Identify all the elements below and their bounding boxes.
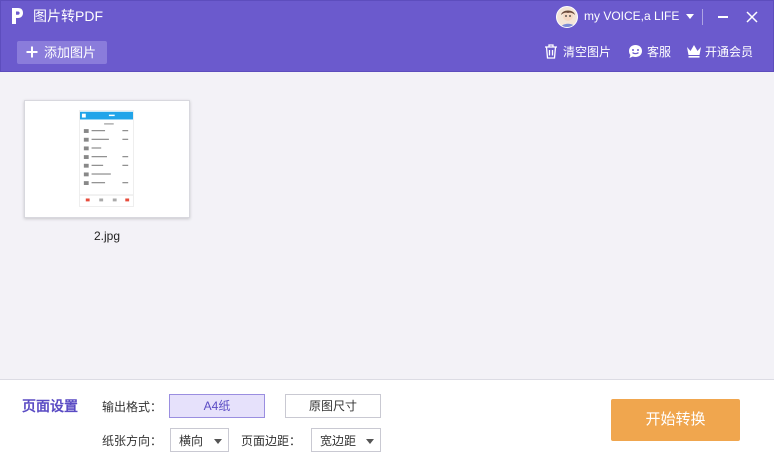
orientation-select[interactable]: 横向 (170, 428, 229, 452)
orientation-label: 纸张方向： (102, 434, 163, 448)
start-convert-button[interactable]: 开始转换 (611, 399, 740, 441)
user-name[interactable]: my VOICE,a LIFE (584, 9, 679, 23)
service-button[interactable]: 客服 (628, 43, 674, 61)
trash-icon (545, 44, 557, 59)
divider (702, 9, 703, 25)
chat-smile-icon (629, 45, 642, 58)
service-label: 客服 (647, 45, 672, 59)
start-convert-label: 开始转换 (645, 411, 706, 428)
clear-images-button[interactable]: 清空图片 (544, 43, 614, 61)
add-image-label: 添加图片 (44, 45, 97, 60)
page-settings-panel: 页面设置 输出格式： A4纸 原图尺寸 纸张方向： 横向 页面边距： 宽边距 开… (0, 379, 774, 467)
chevron-down-icon (214, 439, 222, 444)
avatar-image (560, 10, 576, 27)
crown-icon (687, 45, 701, 58)
close-button[interactable] (741, 7, 763, 27)
vip-button[interactable]: 开通会员 (686, 43, 758, 61)
app-header: 图片转PDF my VOICE,a LIFE 添加图片 清空图片 客服 开通会员 (0, 0, 774, 72)
page-settings-title: 页面设置 (22, 398, 78, 414)
close-icon (746, 11, 758, 23)
image-thumbnail-card[interactable] (24, 100, 190, 218)
chevron-down-icon[interactable] (686, 14, 694, 19)
plus-icon (26, 46, 38, 58)
add-image-button[interactable]: 添加图片 (17, 41, 107, 64)
chevron-down-icon (366, 439, 374, 444)
minimize-button[interactable] (712, 7, 734, 27)
orientation-value: 横向 (179, 434, 204, 448)
avatar[interactable] (556, 6, 578, 28)
margin-select[interactable]: 宽边距 (311, 428, 381, 452)
image-thumbnail (79, 110, 134, 207)
p-logo-icon (12, 8, 23, 24)
output-format-label: 输出格式： (102, 400, 163, 414)
app-title: 图片转PDF (33, 8, 103, 24)
image-list-area: 2.jpg (0, 72, 774, 379)
vip-label: 开通会员 (705, 45, 754, 59)
clear-images-label: 清空图片 (563, 45, 612, 59)
margin-value: 宽边距 (320, 434, 357, 448)
title-bar: 图片转PDF my VOICE,a LIFE (1, 1, 773, 33)
image-file-name: 2.jpg (93, 229, 121, 243)
format-a4-button[interactable]: A4纸 (169, 394, 265, 418)
margin-label: 页面边距： (241, 434, 302, 448)
format-original-size-button[interactable]: 原图尺寸 (285, 394, 381, 418)
